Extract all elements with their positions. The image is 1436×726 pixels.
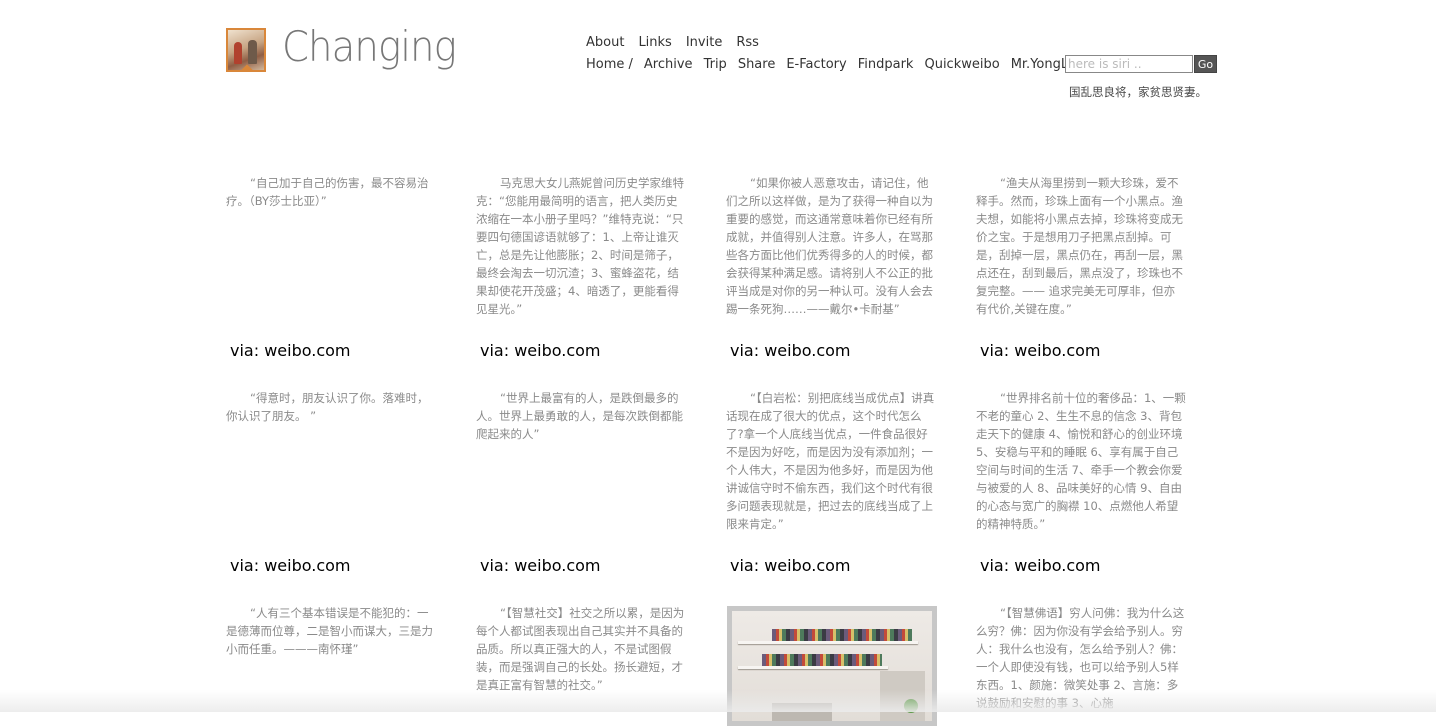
post-photo[interactable] [727, 606, 937, 726]
nav-rss[interactable]: Rss [736, 35, 759, 50]
via-link[interactable]: via: weibo.com [230, 556, 351, 575]
via-link[interactable]: via: weibo.com [980, 341, 1101, 360]
post-quote: “【智慧社交】社交之所以累，是因为每个人都试图表现出自己其实并不具备的品质。所以… [476, 606, 685, 692]
nav-efactory[interactable]: E-Factory [786, 57, 846, 72]
nav-top: About Links Invite Rss [586, 35, 773, 50]
post-card[interactable]: “【智慧佛语】穷人问佛：我为什么这么穷？佛：因为你没有学会给予别人。穷人：我什么… [976, 604, 1186, 712]
post-card[interactable]: “得意时，朋友认识了你。落难时，你认识了朋友。 ” [226, 389, 436, 425]
post-quote: 马克思大女儿燕妮曾问历史学家维特克：“您能用最简明的语言，把人类历史浓缩在一本小… [476, 176, 684, 316]
via-link[interactable]: via: weibo.com [480, 341, 601, 360]
post-quote: “世界排名前十位的奢侈品：1、一颗不老的童心 2、生生不息的信念 3、背包走天下… [976, 391, 1186, 531]
post-card[interactable]: “人有三个基本错误是不能犯的：一是德薄而位尊，二是智小而谋大，三是力小而任重。—… [226, 604, 436, 658]
photo-shelf [738, 666, 888, 669]
nav-invite[interactable]: Invite [686, 35, 722, 50]
nav-home[interactable]: Home / [586, 57, 633, 72]
via-link[interactable]: via: weibo.com [730, 556, 851, 575]
post-card[interactable]: “【白岩松：别把底线当成优点】讲真话现在成了很大的优点，这个时代怎么了?拿一个人… [726, 389, 936, 533]
photo-shelf [738, 641, 918, 644]
logo-figure [234, 42, 242, 64]
search-go-button[interactable]: Go [1194, 55, 1217, 73]
nav-links[interactable]: Links [638, 35, 671, 50]
post-quote: “【智慧佛语】穷人问佛：我为什么这么穷？佛：因为你没有学会给予别人。穷人：我什么… [976, 606, 1185, 710]
post-quote: “得意时，朋友认识了你。落难时，你认识了朋友。 ” [226, 391, 429, 423]
post-card[interactable]: “如果你被人恶意攻击，请记住，他们之所以这样做，是为了获得一种自以为重要的感觉，… [726, 174, 936, 318]
nav-about[interactable]: About [586, 35, 624, 50]
post-card[interactable]: “渔夫从海里捞到一颗大珍珠，爱不释手。然而，珍珠上面有一个小黑点。渔夫想，如能将… [976, 174, 1186, 318]
logo-figure [248, 40, 257, 64]
site-title[interactable]: Changing [282, 22, 457, 71]
photo-door [880, 671, 925, 721]
nav-quickweibo[interactable]: Quickweibo [924, 57, 999, 72]
post-quote: “自己加于自己的伤害，最不容易治疗。（BY莎士比亚）” [226, 176, 429, 208]
via-link[interactable]: via: weibo.com [730, 341, 851, 360]
post-card[interactable]: “自己加于自己的伤害，最不容易治疗。（BY莎士比亚）” [226, 174, 436, 210]
nav-archive[interactable]: Archive [644, 57, 693, 72]
post-quote: “如果你被人恶意攻击，请记住，他们之所以这样做，是为了获得一种自以为重要的感觉，… [726, 176, 933, 316]
post-card[interactable]: “【智慧社交】社交之所以累，是因为每个人都试图表现出自己其实并不具备的品质。所以… [476, 604, 686, 694]
site-logo[interactable] [226, 28, 266, 72]
post-quote: “世界上最富有的人，是跌倒最多的人。世界上最勇敢的人，是每次跌倒都能爬起来的人” [476, 391, 683, 441]
post-quote: “【白岩松：别把底线当成优点】讲真话现在成了很大的优点，这个时代怎么了?拿一个人… [726, 391, 935, 531]
via-link[interactable]: via: weibo.com [480, 556, 601, 575]
nav-trip[interactable]: Trip [704, 57, 727, 72]
nav-share[interactable]: Share [738, 57, 776, 72]
photo-ball [904, 699, 918, 713]
photo-desk [772, 703, 832, 721]
search-input[interactable] [1065, 55, 1193, 73]
site-motto: 国乱思良将，家贫思贤妻。 [1069, 85, 1207, 99]
post-card[interactable]: “世界上最富有的人，是跌倒最多的人。世界上最勇敢的人，是每次跌倒都能爬起来的人” [476, 389, 686, 443]
nav-findpark[interactable]: Findpark [858, 57, 914, 72]
bottom-fade [0, 690, 1436, 712]
photo-toys [762, 654, 882, 666]
via-link[interactable]: via: weibo.com [980, 556, 1101, 575]
photo-toys [772, 629, 912, 641]
logo-pin-icon [241, 64, 253, 70]
post-quote: “渔夫从海里捞到一颗大珍珠，爱不释手。然而，珍珠上面有一个小黑点。渔夫想，如能将… [976, 176, 1183, 316]
via-link[interactable]: via: weibo.com [230, 341, 351, 360]
nav-main: Home / Archive Trip Share E-Factory Findpark Q… [586, 57, 1095, 72]
post-quote: “人有三个基本错误是不能犯的：一是德薄而位尊，二是智小而谋大，三是力小而任重。—… [226, 606, 433, 656]
post-card[interactable]: “世界排名前十位的奢侈品：1、一颗不老的童心 2、生生不息的信念 3、背包走天下… [976, 389, 1186, 533]
post-card[interactable]: 马克思大女儿燕妮曾问历史学家维特克：“您能用最简明的语言，把人类历史浓缩在一本小… [476, 174, 686, 318]
